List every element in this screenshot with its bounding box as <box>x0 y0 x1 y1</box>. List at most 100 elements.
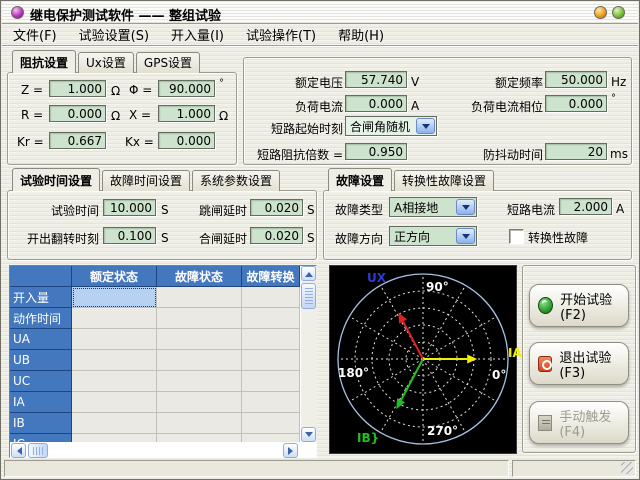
scroll-left-button[interactable] <box>11 443 26 458</box>
cell[interactable] <box>157 350 242 371</box>
resize-grip[interactable] <box>621 462 633 474</box>
load-current-label: 负荷电流 <box>263 98 343 115</box>
cell[interactable] <box>157 308 242 329</box>
menu-help[interactable]: 帮助(H) <box>327 23 395 46</box>
cell[interactable] <box>72 392 157 413</box>
chevron-down-icon[interactable] <box>456 199 475 215</box>
test-time-label: 试验时间 <box>37 202 99 219</box>
menu-binary-input[interactable]: 开入量(I) <box>160 23 235 46</box>
corner-cell <box>10 266 72 287</box>
chevron-down-icon[interactable] <box>456 228 475 244</box>
r-unit: Ω <box>111 109 120 123</box>
x-input[interactable]: 1.000 <box>158 105 215 122</box>
vertical-scroll-thumb[interactable] <box>301 283 316 309</box>
cell[interactable] <box>157 392 242 413</box>
flip-time-input[interactable]: 0.100 <box>103 227 156 244</box>
tab-system-params[interactable]: 系统参数设置 <box>192 170 280 191</box>
phi-input[interactable]: 90.000 <box>158 80 215 97</box>
scroll-right-button[interactable] <box>283 443 298 458</box>
fault-direction-combo[interactable]: 正方向 <box>389 226 477 246</box>
impedance-tabs: 阻抗设置 Ux设置 GPS设置 <box>12 54 202 73</box>
cell[interactable] <box>242 434 300 442</box>
cell[interactable] <box>157 413 242 434</box>
cell[interactable] <box>72 434 157 442</box>
short-current-label: 短路电流 <box>505 201 555 218</box>
kx-input[interactable]: 0.000 <box>158 132 215 149</box>
chevron-down-icon[interactable] <box>416 118 435 134</box>
close-button[interactable] <box>612 6 625 19</box>
load-phase-input[interactable]: 0.000 <box>545 95 607 112</box>
cell[interactable] <box>157 371 242 392</box>
cell[interactable] <box>157 434 242 442</box>
start-test-button[interactable]: 开始试验(F2) <box>529 284 629 327</box>
title-bar: 继电保护测试软件 —— 整组试验 <box>2 2 638 24</box>
exit-test-button[interactable]: 退出试验(F3) <box>529 342 629 385</box>
cell[interactable] <box>72 329 157 350</box>
r-label: R = <box>21 108 43 122</box>
flip-time-unit: S <box>161 231 169 245</box>
cell[interactable] <box>72 413 157 434</box>
trip-delay-input[interactable]: 0.020 <box>250 199 303 216</box>
rated-voltage-unit: V <box>411 75 419 89</box>
vertical-scrollbar[interactable] <box>301 266 317 442</box>
cell[interactable] <box>72 308 157 329</box>
horizontal-scrollbar[interactable] <box>10 443 300 458</box>
tab-ux-settings[interactable]: Ux设置 <box>78 52 134 73</box>
scroll-down-button[interactable] <box>301 427 316 442</box>
short-current-input[interactable]: 2.000 <box>559 198 612 215</box>
cell[interactable] <box>242 413 300 434</box>
vector-plot-canvas <box>330 266 516 453</box>
cell[interactable] <box>157 287 242 308</box>
plot-label: IB} <box>357 431 379 445</box>
load-current-input[interactable]: 0.000 <box>345 95 407 112</box>
app-icon[interactable] <box>11 6 24 19</box>
debounce-label: 防抖动时间 <box>469 146 543 163</box>
plot-label: IA <box>508 346 522 360</box>
z-multiple-input[interactable]: 0.950 <box>345 143 407 160</box>
cell[interactable] <box>242 371 300 392</box>
tab-test-time[interactable]: 试验时间设置 <box>12 168 100 191</box>
rated-freq-label: 额定频率 <box>443 74 543 91</box>
r-input[interactable]: 0.000 <box>49 105 106 122</box>
cell[interactable] <box>242 287 300 308</box>
tab-impedance-settings[interactable]: 阻抗设置 <box>12 50 76 73</box>
cell[interactable] <box>242 350 300 371</box>
z-label: Z = <box>21 83 43 97</box>
table-row: UA <box>10 329 300 350</box>
tab-gps-settings[interactable]: GPS设置 <box>136 52 200 73</box>
convert-fault-checkbox[interactable] <box>509 229 524 244</box>
menu-test-settings[interactable]: 试验设置(S) <box>68 23 160 46</box>
kr-input[interactable]: 0.667 <box>49 132 106 149</box>
scroll-up-button[interactable] <box>301 266 316 281</box>
short-start-combo[interactable]: 合闸角随机 <box>345 116 437 136</box>
cell[interactable] <box>242 308 300 329</box>
cell[interactable] <box>157 329 242 350</box>
table-row: 动作时间 <box>10 308 300 329</box>
test-time-input[interactable]: 10.000 <box>103 199 156 216</box>
impedance-group: 阻抗设置 Ux设置 GPS设置 Z = 1.000 Ω Φ = 90.000 °… <box>7 54 237 165</box>
phi-label: Φ = <box>129 83 152 97</box>
cell-selected[interactable] <box>72 287 157 308</box>
cell[interactable] <box>242 329 300 350</box>
menu-file[interactable]: 文件(F) <box>2 23 68 46</box>
manual-trigger-label: 手动触发(F4) <box>559 406 628 440</box>
tab-convert-fault-settings[interactable]: 转换性故障设置 <box>394 170 494 191</box>
window-title: 继电保护测试软件 —— 整组试验 <box>30 5 221 24</box>
manual-trigger-button[interactable]: 手动触发(F4) <box>529 401 629 444</box>
tab-fault-time[interactable]: 故障时间设置 <box>102 170 190 191</box>
cell[interactable] <box>242 392 300 413</box>
z-input[interactable]: 1.000 <box>49 80 106 97</box>
horizontal-scroll-thumb[interactable] <box>28 443 48 458</box>
fault-tabs: 故障设置 转换性故障设置 <box>328 172 496 191</box>
rated-voltage-input[interactable]: 57.740 <box>345 71 407 88</box>
debounce-input[interactable]: 20 <box>545 143 607 160</box>
close-delay-input[interactable]: 0.020 <box>250 227 303 244</box>
tab-fault-settings[interactable]: 故障设置 <box>328 168 392 191</box>
cell[interactable] <box>72 350 157 371</box>
menu-test-operation[interactable]: 试验操作(T) <box>235 23 327 46</box>
fault-type-combo[interactable]: A相接地 <box>389 197 477 217</box>
cell[interactable] <box>72 371 157 392</box>
rated-freq-input[interactable]: 50.000 <box>545 71 607 88</box>
test-time-unit: S <box>161 203 169 217</box>
minimize-button[interactable] <box>594 6 607 19</box>
